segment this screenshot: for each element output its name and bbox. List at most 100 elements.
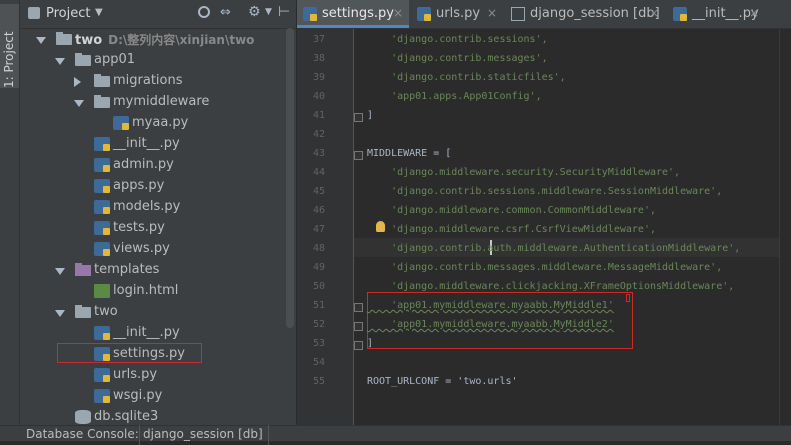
templates-folder-icon [75, 263, 91, 276]
folder-icon [75, 305, 91, 318]
python-file-icon [417, 7, 431, 21]
code-line: 'django.middleware.clickjacking.XFrameOp… [367, 281, 735, 292]
python-file-icon [303, 7, 317, 21]
close-icon[interactable]: × [749, 6, 759, 20]
line-number: 52 [312, 319, 325, 330]
tree-folder-row[interactable]: templates [20, 260, 296, 281]
editor-tab[interactable]: settings.py × [297, 0, 409, 28]
code-line: 'django.middleware.security.SecurityMidd… [367, 167, 681, 178]
line-number: 44 [312, 167, 325, 178]
collapse-arrow-icon[interactable] [74, 77, 81, 87]
python-file-icon [94, 179, 110, 193]
tree-file-row[interactable]: wsgi.py [20, 386, 296, 407]
tree-item-label: mymiddleware [113, 94, 210, 109]
code-line: 'app01.mymiddleware.myaabb.MyMiddle1' [367, 300, 614, 311]
tree-folder-row[interactable]: app01 [20, 50, 296, 71]
tree-item-label: urls.py [113, 367, 158, 382]
code-line: 'django.contrib.sessions.middleware.Sess… [367, 186, 723, 197]
line-number: 39 [312, 72, 325, 83]
editor-tabs: settings.py × urls.py × django_session [db] ×… [297, 0, 791, 29]
code-line: 'django.contrib.messages', [367, 53, 548, 64]
tree-item-label: tests.py [113, 220, 165, 235]
line-number: 46 [312, 205, 325, 216]
tree-file-row[interactable]: __init__.py [20, 323, 296, 344]
line-number: 54 [312, 357, 325, 368]
project-view-icon [28, 7, 40, 19]
line-number: 43 [312, 148, 325, 159]
python-file-icon [94, 158, 110, 172]
editor-tab-label: settings.py [322, 6, 394, 21]
editor-tab[interactable]: django_session [db] × [505, 0, 665, 28]
tree-file-row[interactable]: urls.py [20, 365, 296, 386]
editor-tab[interactable]: __init__.py × [667, 0, 765, 28]
project-tool-window-tab[interactable]: 1: Project [0, 4, 19, 88]
code-editor[interactable]: 'django.contrib.sessions', 'django.contr… [354, 29, 791, 425]
tree-file-row[interactable]: login.html [20, 281, 296, 302]
gear-icon[interactable]: ⚙ [248, 4, 262, 20]
tree-file-row[interactable]: myaa.py [20, 113, 296, 134]
tree-item-label: login.html [113, 283, 179, 298]
tree-folder-row[interactable]: mymiddleware [20, 92, 296, 113]
expand-arrow-icon[interactable] [55, 310, 65, 317]
editor-tab[interactable]: urls.py × [411, 0, 503, 28]
close-icon[interactable]: × [487, 6, 497, 20]
tree-file-row[interactable]: apps.py [20, 176, 296, 197]
hide-icon[interactable]: ⊢ [278, 4, 292, 20]
tree-item-label: __init__.py [113, 136, 180, 151]
folder-icon [75, 53, 91, 66]
python-file-icon [94, 368, 110, 382]
database-console-tab[interactable]: django_session [db] [139, 425, 269, 445]
editor-tab-label: urls.py [436, 6, 481, 21]
code-line: 'django.contrib.auth.middleware.Authenti… [367, 243, 741, 254]
editor-right-scroll-strip[interactable] [779, 29, 791, 425]
line-number: 53 [312, 338, 325, 349]
code-line: ] [367, 110, 374, 121]
database-icon [75, 410, 91, 424]
tree-folder-row[interactable]: migrations [20, 71, 296, 92]
line-number: 51 [312, 300, 325, 311]
collapse-icon[interactable]: ⇔ [220, 5, 234, 20]
code-line: 'django.contrib.messages.middleware.Mess… [367, 262, 723, 273]
close-icon[interactable]: × [649, 6, 659, 20]
expand-arrow-icon[interactable] [55, 268, 65, 275]
project-panel-title[interactable]: Project [46, 6, 90, 21]
line-number: 41 [312, 110, 325, 121]
expand-arrow-icon[interactable] [55, 58, 65, 65]
tree-file-row[interactable]: admin.py [20, 155, 296, 176]
folder-icon [56, 32, 72, 45]
error-marker-icon [626, 294, 630, 302]
line-number: 48 [312, 243, 325, 254]
gear-dropdown-icon[interactable]: ▼ [265, 7, 279, 21]
editor-tab-label: django_session [db] [530, 6, 660, 21]
python-file-icon [113, 116, 129, 130]
tree-file-row[interactable]: models.py [20, 197, 296, 218]
python-file-icon [94, 326, 110, 340]
tree-item-label: app01 [94, 52, 136, 67]
code-line: 'django.contrib.sessions', [367, 34, 548, 45]
project-panel: Project ▼ ⇔ ⚙ ▼ ⊢ two D:\整列内容\xinjian\two… [20, 0, 296, 425]
editor-gutter: 37 38 39 40 41 42 43 44 45 46 47 48 49 50 51 52 53 54 55 [297, 29, 363, 425]
line-number: 55 [312, 376, 325, 387]
tree-file-row[interactable]: views.py [20, 239, 296, 260]
tree-folder-row[interactable]: two [20, 302, 296, 323]
code-line: 'app01.apps.App01Config', [367, 91, 542, 102]
chevron-down-icon[interactable]: ▼ [95, 7, 103, 18]
python-file-icon [94, 221, 110, 235]
project-scrollbar[interactable] [286, 28, 294, 328]
tree-file-row[interactable]: __init__.py [20, 134, 296, 155]
code-line: ROOT_URLCONF = 'two.urls' [367, 376, 518, 387]
tree-file-row[interactable]: tests.py [20, 218, 296, 239]
code-line: 'django.middleware.common.CommonMiddlewa… [367, 205, 656, 216]
html-file-icon [94, 284, 110, 298]
tree-folder-row[interactable]: two D:\整列内容\xinjian\two [20, 29, 296, 50]
python-file-icon [94, 137, 110, 151]
line-number: 49 [312, 262, 325, 273]
code-line: 'django.contrib.staticfiles', [367, 72, 566, 83]
expand-arrow-icon[interactable] [36, 37, 46, 44]
line-number: 38 [312, 53, 325, 64]
close-icon[interactable]: × [393, 6, 403, 20]
target-icon[interactable] [198, 6, 210, 18]
python-file-icon [94, 200, 110, 214]
code-line: MIDDLEWARE = [ [367, 148, 452, 159]
expand-arrow-icon[interactable] [74, 100, 84, 107]
